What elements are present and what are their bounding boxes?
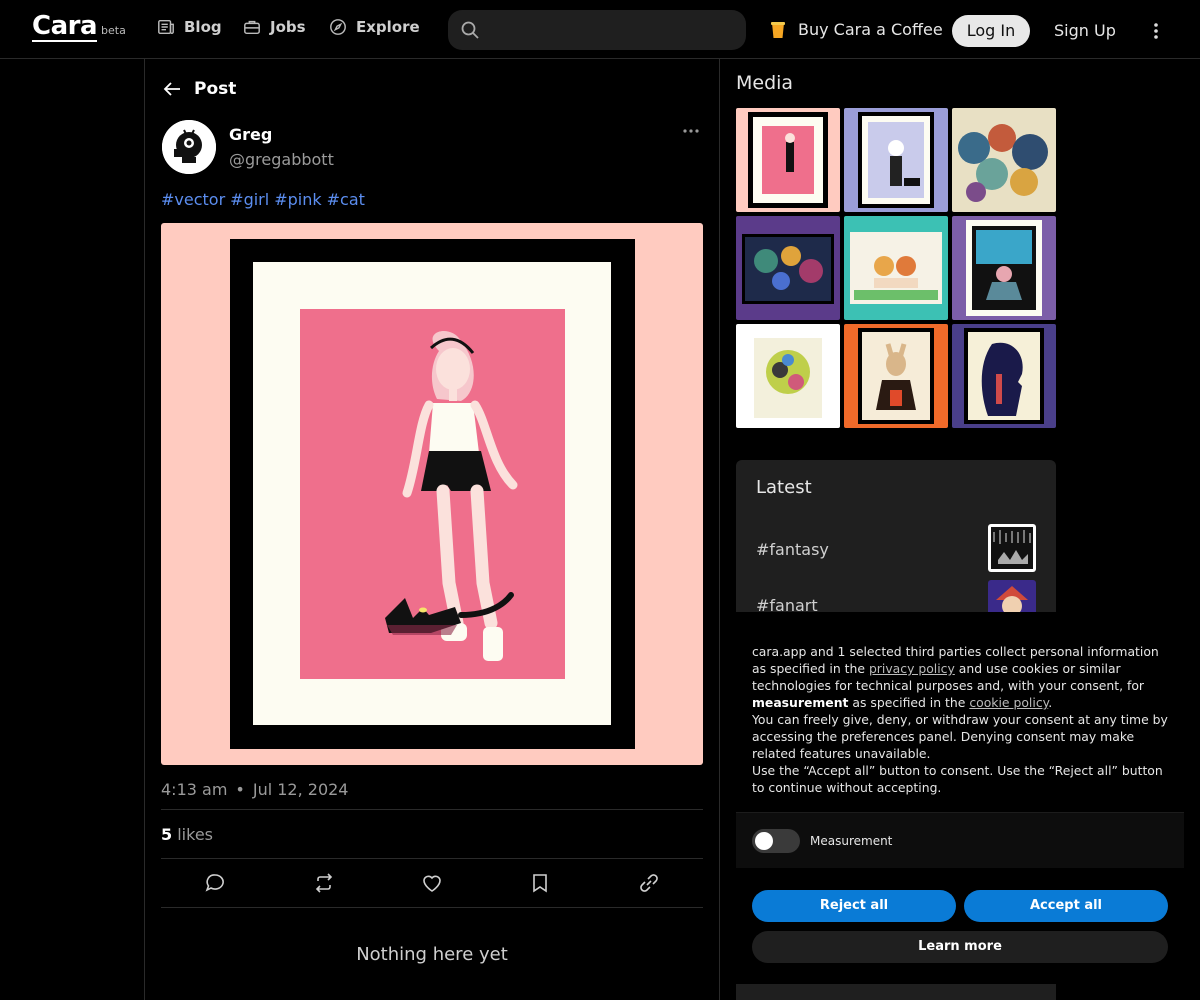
media-thumbnail[interactable]	[736, 108, 840, 212]
media-section-title: Media	[736, 72, 794, 94]
search-icon	[461, 21, 479, 39]
media-thumbnail[interactable]	[736, 216, 840, 320]
post-timestamp: 4:13 am • Jul 12, 2024	[161, 780, 348, 799]
post-tags: #vector #girl #pink #cat	[161, 190, 365, 209]
post-date: Jul 12, 2024	[252, 780, 349, 799]
thumbnail-image	[736, 324, 840, 428]
thumbnail-image	[952, 216, 1056, 320]
column-divider-left	[144, 59, 145, 1000]
thumbnail-image	[844, 108, 948, 212]
learn-more-button[interactable]: Learn more	[752, 931, 1168, 963]
repost-icon[interactable]	[313, 872, 335, 894]
link-icon[interactable]	[638, 872, 660, 894]
thumbnail-image	[844, 216, 948, 320]
coffee-cup-icon	[771, 21, 785, 38]
search-bar[interactable]	[448, 10, 746, 50]
divider	[161, 858, 703, 859]
consent-preferences-row: Measurement	[736, 812, 1184, 868]
author-avatar[interactable]	[162, 120, 216, 174]
author-handle[interactable]: @gregabbott	[229, 150, 334, 169]
consent-text-part: as specified in the	[848, 695, 970, 710]
tag-link[interactable]: #pink	[274, 190, 321, 209]
latest-tag-thumbnail[interactable]	[988, 580, 1036, 612]
media-thumbnail[interactable]	[736, 324, 840, 428]
likes-count[interactable]: 5 likes	[161, 825, 213, 844]
signup-button[interactable]: Sign Up	[1054, 21, 1116, 40]
media-thumbnail[interactable]	[844, 216, 948, 320]
media-thumbnail[interactable]	[952, 108, 1056, 212]
divider	[161, 809, 703, 810]
consent-paragraph: Use the “Accept all” button to consent. …	[752, 763, 1163, 795]
column-divider-right	[719, 59, 720, 1000]
top-navigation-bar: Cara beta Blog Jobs Explore Buy Cara a C…	[0, 0, 1200, 59]
thumbnail-image	[736, 216, 840, 320]
thumbnail-image	[952, 108, 1056, 212]
author-name[interactable]: Greg	[229, 125, 272, 144]
cara-logo[interactable]: Cara beta	[32, 12, 126, 42]
divider	[161, 907, 703, 908]
artwork-illustration	[161, 223, 703, 765]
latest-tags-panel: Latest #fantasy #fanart	[736, 460, 1056, 612]
reject-all-button[interactable]: Reject all	[752, 890, 956, 922]
consent-text-part: .	[1048, 695, 1053, 710]
measurement-toggle[interactable]	[752, 829, 800, 853]
toggle-knob	[755, 832, 773, 850]
newspaper-icon	[158, 19, 174, 35]
post-options-icon[interactable]	[682, 124, 700, 138]
search-input[interactable]	[492, 18, 732, 42]
heart-icon[interactable]	[421, 872, 443, 894]
separator-dot: •	[235, 780, 245, 799]
thumbnail-image	[736, 108, 840, 212]
thumbnail-image	[988, 524, 1036, 572]
briefcase-icon	[244, 20, 260, 35]
compass-icon	[330, 19, 346, 35]
consent-text: cara.app and 1 selected third parties co…	[752, 643, 1172, 796]
thumbnail-image	[844, 324, 948, 428]
latest-tag-link[interactable]: #fanart	[756, 596, 818, 612]
beta-badge: beta	[101, 24, 126, 37]
thumbnail-image	[988, 580, 1036, 612]
nav-blog-label: Blog	[184, 18, 222, 36]
consent-paragraph: You can freely give, deny, or withdraw y…	[752, 712, 1168, 761]
logo-text: Cara	[32, 11, 98, 42]
more-options-icon[interactable]	[1148, 21, 1164, 41]
accept-all-button[interactable]: Accept all	[964, 890, 1168, 922]
media-thumbnail[interactable]	[952, 324, 1056, 428]
login-button[interactable]: Log In	[952, 15, 1030, 47]
sidebar-panel-footer	[736, 984, 1056, 1000]
latest-title: Latest	[756, 477, 812, 498]
cookie-consent-banner: cara.app and 1 selected third parties co…	[736, 612, 1184, 984]
nav-jobs-label: Jobs	[270, 18, 306, 36]
latest-tag-thumbnail[interactable]	[988, 524, 1036, 572]
media-thumbnail[interactable]	[952, 216, 1056, 320]
likes-label: likes	[177, 825, 213, 844]
latest-tag-link[interactable]: #fantasy	[756, 540, 829, 559]
nav-jobs-link[interactable]: Jobs	[243, 18, 306, 36]
nav-explore-link[interactable]: Explore	[329, 18, 420, 36]
tag-link[interactable]: #vector	[161, 190, 225, 209]
post-header-title: Post	[194, 79, 237, 99]
post-header: Post	[162, 79, 236, 99]
tag-link[interactable]: #girl	[230, 190, 269, 209]
buy-coffee-link[interactable]: Buy Cara a Coffee	[770, 20, 943, 39]
privacy-policy-link[interactable]: privacy policy	[869, 661, 955, 676]
back-arrow-icon[interactable]	[162, 79, 182, 99]
likes-number: 5	[161, 825, 173, 844]
measurement-bold-text: measurement	[752, 695, 849, 710]
measurement-toggle-label: Measurement	[810, 834, 893, 848]
buy-coffee-label: Buy Cara a Coffee	[798, 20, 943, 39]
comment-icon[interactable]	[204, 872, 226, 894]
thumbnail-image	[952, 324, 1056, 428]
media-thumbnail[interactable]	[844, 108, 948, 212]
cookie-policy-link[interactable]: cookie policy	[969, 695, 1048, 710]
empty-comments-message: Nothing here yet	[356, 944, 508, 965]
post-time: 4:13 am	[161, 780, 228, 799]
bookmark-icon[interactable]	[529, 872, 551, 894]
avatar-image	[162, 120, 216, 174]
nav-blog-link[interactable]: Blog	[157, 18, 222, 36]
nav-explore-label: Explore	[356, 18, 420, 36]
post-artwork-image[interactable]	[161, 223, 703, 765]
tag-link[interactable]: #cat	[327, 190, 365, 209]
media-thumbnail[interactable]	[844, 324, 948, 428]
